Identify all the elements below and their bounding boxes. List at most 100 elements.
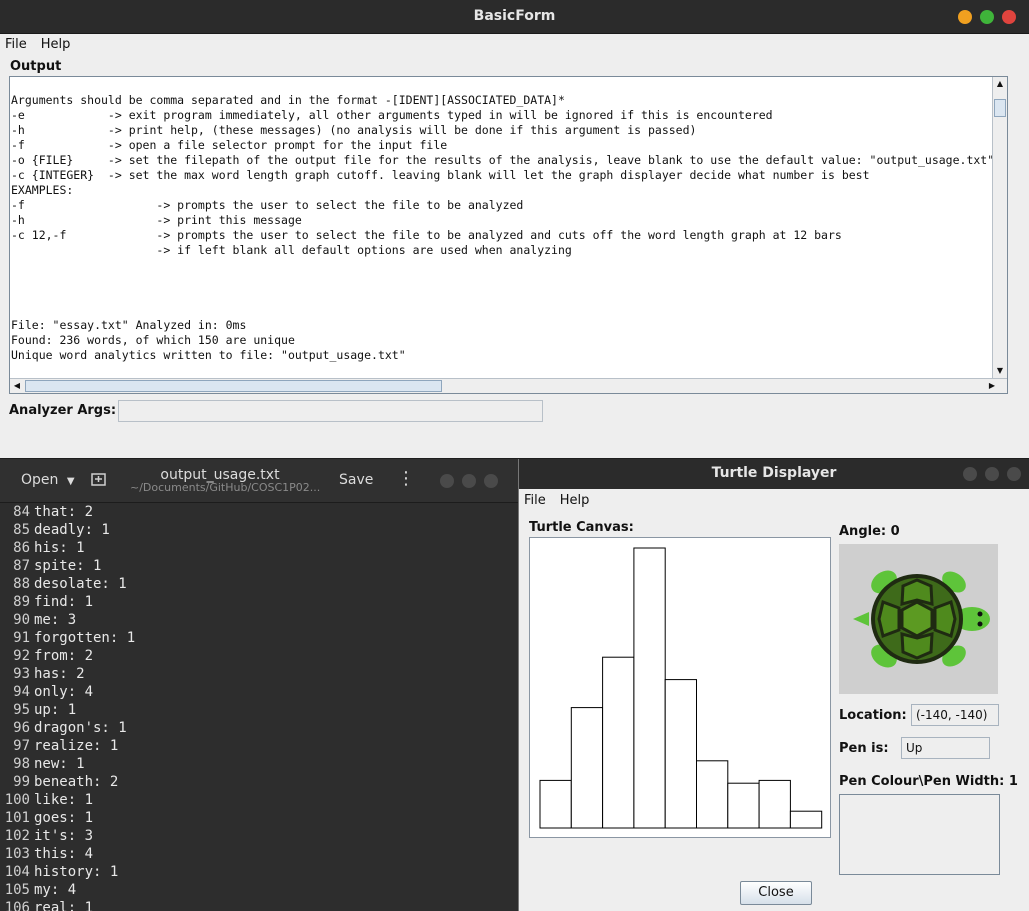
maximize-button[interactable]: [980, 10, 994, 24]
line-text: like: 1: [34, 792, 94, 808]
editor-maximize-button[interactable]: [462, 474, 476, 488]
close-window-button[interactable]: [1002, 10, 1016, 24]
editor-text-area[interactable]: 84 that: 2 85 deadly: 1 86 his: 1 87 spite: 1 88…: [0, 503, 518, 911]
line-text: has: 2: [34, 666, 85, 682]
more-options-icon[interactable]: ⋮: [397, 468, 415, 489]
editor-line: 89 find: 1: [0, 593, 518, 611]
line-text: my: 4: [34, 882, 77, 898]
histogram-bar: [696, 760, 729, 829]
output-line: -f -> open a file selector prompt for th…: [11, 138, 448, 152]
turtle-minimize-button[interactable]: [963, 467, 977, 481]
output-line: -> if left blank all default options are…: [11, 243, 572, 257]
editor-line: 93 has: 2: [0, 665, 518, 683]
minimize-button[interactable]: [958, 10, 972, 24]
output-line: -h -> print help, (these messages) (no a…: [11, 123, 697, 137]
text-editor-window: Open ▼ output_usage.txt ~/Documents/GitH…: [0, 459, 518, 911]
chevron-down-icon: ▼: [66, 476, 75, 487]
editor-minimize-button[interactable]: [440, 474, 454, 488]
output-line: EXAMPLES:: [11, 183, 74, 197]
line-text: his: 1: [34, 540, 85, 556]
turtle-menu-file[interactable]: File: [524, 493, 546, 508]
turtle-maximize-button[interactable]: [985, 467, 999, 481]
editor-line: 96 dragon's: 1: [0, 719, 518, 737]
editor-close-button[interactable]: [484, 474, 498, 488]
menu-file[interactable]: File: [5, 37, 27, 52]
turtle-close-window-button[interactable]: [1007, 467, 1021, 481]
line-text: dragon's: 1: [34, 720, 127, 736]
editor-line: 98 new: 1: [0, 755, 518, 773]
line-number: 93: [13, 666, 30, 682]
output-line: Found: 236 words, of which 150 are uniqu…: [11, 333, 295, 347]
menu-bar: File Help: [0, 34, 1029, 54]
word-length-graph: [539, 547, 823, 829]
output-line: -c {INTEGER} -> set the max word length …: [11, 168, 870, 182]
turtle-menu-help[interactable]: Help: [560, 493, 590, 508]
output-line: -h -> print this message: [11, 213, 302, 227]
histogram-bar: [789, 810, 823, 829]
line-number: 99: [13, 774, 30, 790]
editor-line: 103 this: 4: [0, 845, 518, 863]
line-text: new: 1: [34, 756, 85, 772]
line-number: 104: [4, 864, 30, 880]
turtle-canvas-label: Turtle Canvas:: [529, 520, 634, 535]
line-text: this: 4: [34, 846, 94, 862]
angle-label: Angle: 0: [839, 524, 900, 539]
save-button[interactable]: Save: [339, 472, 373, 488]
turtle-titlebar[interactable]: Turtle Displayer: [519, 459, 1029, 489]
histogram-bar: [633, 547, 666, 829]
scroll-down-arrow-icon[interactable]: ▼: [993, 364, 1007, 378]
histogram-bar: [664, 679, 697, 829]
editor-line: 99 beneath: 2: [0, 773, 518, 791]
open-button[interactable]: Open ▼: [21, 472, 75, 488]
menu-help[interactable]: Help: [41, 37, 71, 52]
editor-line: 86 his: 1: [0, 539, 518, 557]
vertical-scroll-thumb[interactable]: [994, 99, 1006, 117]
horizontal-scrollbar[interactable]: ◀ ▶: [10, 378, 1007, 393]
basic-form-window: BasicForm File Help Output Arguments sho…: [0, 0, 1029, 458]
output-line: -c 12,-f -> prompts the user to select t…: [11, 228, 842, 242]
histogram-bar: [539, 779, 572, 829]
analyzer-args-label: Analyzer Args:: [9, 403, 117, 418]
output-line: File: "essay.txt" Analyzed in: 0ms: [11, 318, 247, 332]
line-text: that: 2: [34, 504, 94, 520]
line-text: find: 1: [34, 594, 94, 610]
line-text: goes: 1: [34, 810, 94, 826]
output-label: Output: [10, 59, 62, 74]
editor-line: 97 realize: 1: [0, 737, 518, 755]
line-number: 94: [13, 684, 30, 700]
histogram-bar: [758, 779, 791, 829]
basic-form-titlebar[interactable]: BasicForm: [0, 0, 1029, 34]
line-text: up: 1: [34, 702, 77, 718]
line-number: 98: [13, 756, 30, 772]
open-label: Open: [21, 472, 59, 488]
line-text: it's: 3: [34, 828, 94, 844]
line-text: me: 3: [34, 612, 77, 628]
output-text-area[interactable]: Arguments should be comma separated and …: [9, 76, 1008, 394]
line-text: history: 1: [34, 864, 119, 880]
scroll-up-arrow-icon[interactable]: ▲: [993, 77, 1007, 91]
pen-state-field: Up: [901, 737, 990, 759]
line-number: 106: [4, 900, 30, 911]
scroll-right-arrow-icon[interactable]: ▶: [985, 379, 999, 393]
location-label: Location:: [839, 708, 907, 723]
new-tab-icon[interactable]: [91, 471, 107, 491]
analyzer-args-input[interactable]: [118, 400, 543, 422]
line-text: realize: 1: [34, 738, 119, 754]
editor-header[interactable]: Open ▼ output_usage.txt ~/Documents/GitH…: [0, 459, 518, 503]
horizontal-scroll-thumb[interactable]: [25, 380, 442, 392]
line-text: deadly: 1: [34, 522, 110, 538]
line-number: 84: [13, 504, 30, 520]
histogram-bar: [570, 707, 604, 829]
close-button[interactable]: Close: [740, 881, 812, 905]
line-number: 105: [4, 882, 30, 898]
window-title: BasicForm: [473, 8, 556, 24]
turtle-window-title: Turtle Displayer: [711, 465, 837, 481]
output-line: Arguments should be comma separated and …: [11, 93, 565, 107]
scroll-left-arrow-icon[interactable]: ◀: [10, 379, 24, 393]
line-text: spite: 1: [34, 558, 102, 574]
turtle-menu-bar: File Help: [519, 489, 1029, 511]
vertical-scrollbar[interactable]: ▲ ▼: [992, 77, 1007, 378]
editor-line: 87 spite: 1: [0, 557, 518, 575]
